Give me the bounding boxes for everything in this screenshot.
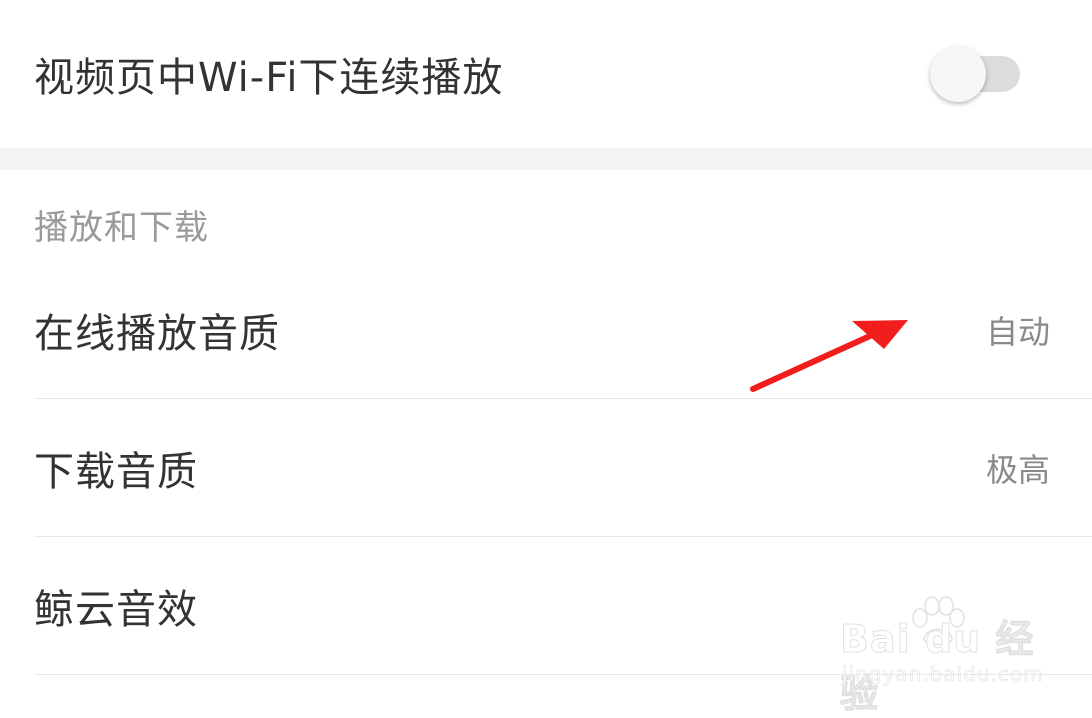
section-header-playback-download: 播放和下载 — [34, 208, 209, 248]
download-quality-label: 下载音质 — [34, 448, 198, 495]
sound-effects-label: 鲸云音效 — [34, 586, 198, 633]
wifi-autoplay-row[interactable]: 视频页中Wi-Fi下连续播放 — [0, 0, 1092, 148]
watermark-url: jingyan.baidu.com — [842, 662, 1044, 687]
online-playback-quality-label: 在线播放音质 — [34, 311, 280, 357]
download-quality-value: 极高 — [985, 450, 1050, 489]
wifi-autoplay-toggle[interactable] — [930, 44, 1020, 104]
online-playback-quality-row[interactable]: 在线播放音质 自动 — [0, 262, 1092, 398]
section-separator — [0, 148, 1092, 170]
toggle-knob — [930, 46, 986, 102]
download-quality-row[interactable]: 下载音质 极高 — [0, 399, 1092, 536]
baidu-jingyan-watermark: Bai du 经验 jingyan.baidu.com — [838, 596, 1043, 717]
online-playback-quality-value: 自动 — [985, 313, 1050, 351]
wifi-autoplay-label: 视频页中Wi-Fi下连续播放 — [34, 55, 504, 101]
